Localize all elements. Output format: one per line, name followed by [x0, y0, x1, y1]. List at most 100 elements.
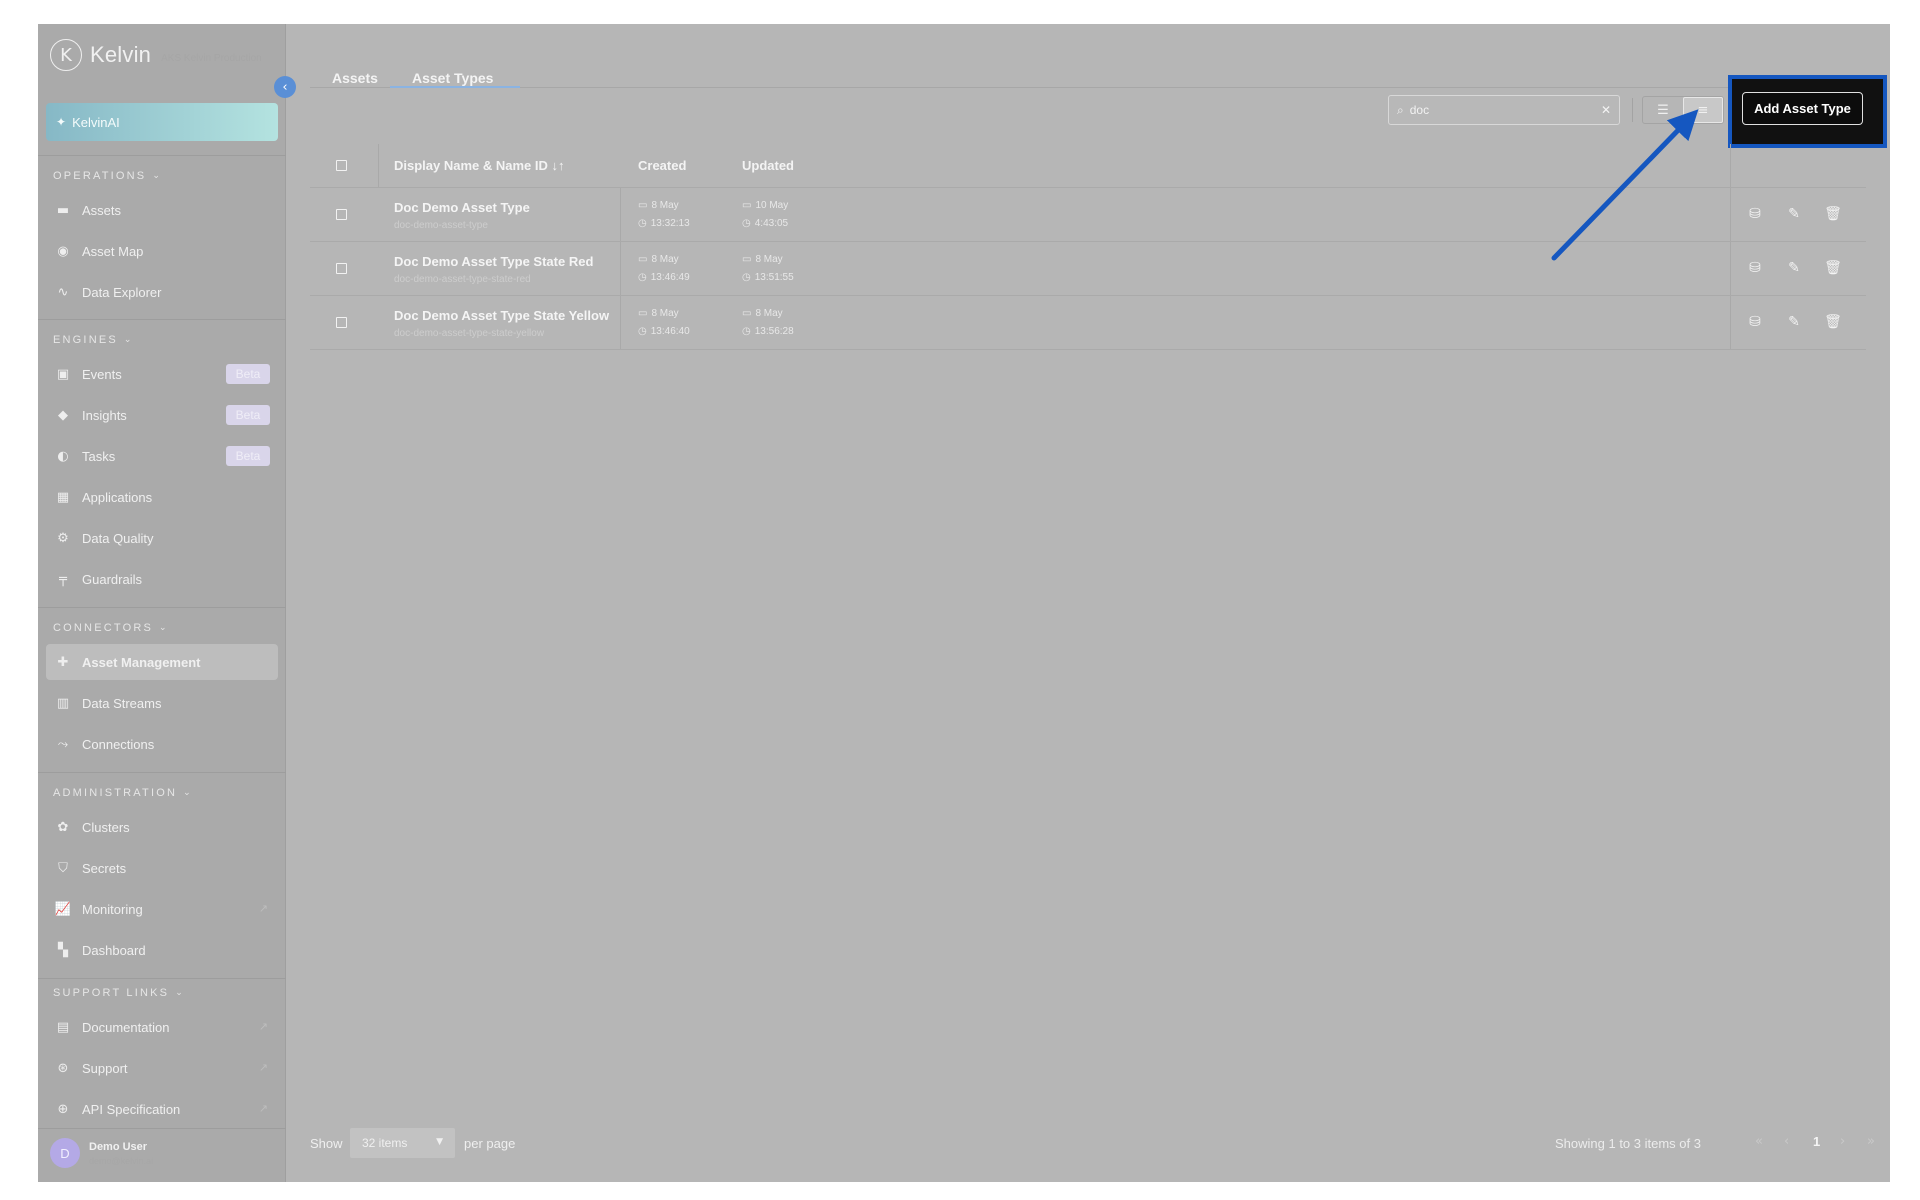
- table-row[interactable]: Doc Demo Asset Type State Red doc-demo-a…: [310, 242, 1866, 296]
- database-icon[interactable]: ⛁: [1746, 205, 1764, 223]
- sidebar-item-label: Dashboard: [82, 942, 146, 958]
- chevron-down-icon: ⌄: [159, 623, 167, 633]
- sidebar-item-documentation[interactable]: ▤ Documentation ↗: [46, 1009, 278, 1045]
- brand-name: Kelvin: [90, 42, 152, 67]
- per-page-value: 32 items: [362, 1136, 408, 1150]
- section-support-links[interactable]: SUPPORT LINKS ⌄: [53, 987, 183, 999]
- calendar-icon: ▭: [742, 308, 752, 319]
- sidebar-item-dashboard[interactable]: ▚ Dashboard: [46, 932, 278, 968]
- globe-icon: ◉: [57, 243, 69, 259]
- nav-divider: [38, 607, 286, 608]
- per-page-select[interactable]: 32 items ▼: [350, 1128, 455, 1158]
- sidebar-item-secrets[interactable]: ⛉ Secrets: [46, 850, 278, 886]
- clear-search-icon[interactable]: ✕: [1601, 103, 1611, 117]
- user-profile[interactable]: D Demo User demo@kelvin.ai: [50, 1138, 153, 1168]
- sidebar-item-support[interactable]: ⊛ Support ↗: [46, 1050, 278, 1086]
- sidebar-item-label: Assets: [82, 202, 122, 218]
- sidebar-item-events[interactable]: ▣ Events Beta: [46, 356, 278, 392]
- comfortable-view-icon[interactable]: ≡: [1683, 97, 1723, 123]
- section-connectors[interactable]: CONNECTORS ⌄: [53, 622, 167, 634]
- updated-date: ▭ 8 May: [742, 308, 783, 319]
- first-page-icon[interactable]: «: [1755, 1134, 1763, 1149]
- sidebar-item-label: Connections: [82, 736, 155, 752]
- clock-icon: ◷: [742, 218, 751, 229]
- created-date: ▭ 8 May: [638, 308, 679, 319]
- sidebar-item-connections[interactable]: ⤳ Connections: [46, 726, 278, 762]
- search-input[interactable]: [1409, 103, 1601, 117]
- sidebar-item-label: Clusters: [82, 819, 130, 835]
- avatar: D: [50, 1138, 80, 1168]
- sidebar-item-label: Secrets: [82, 860, 127, 876]
- delete-icon[interactable]: 🗑: [1824, 259, 1842, 277]
- asset-types-table: Display Name & Name ID ↓↑ Created Update…: [310, 144, 1866, 350]
- select-all-checkbox[interactable]: [336, 160, 347, 171]
- sidebar-item-data-streams[interactable]: ▥ Data Streams: [46, 685, 278, 721]
- row-checkbox[interactable]: [336, 317, 347, 328]
- document-icon: ▤: [56, 1019, 70, 1035]
- collapse-sidebar-button[interactable]: ‹: [274, 76, 296, 98]
- nav-divider: [38, 978, 286, 979]
- tab-asset-types[interactable]: Asset Types: [390, 46, 520, 88]
- last-page-icon[interactable]: »: [1867, 1134, 1875, 1149]
- edit-icon[interactable]: ✎: [1785, 313, 1803, 331]
- header-name[interactable]: Display Name & Name ID ↓↑: [394, 158, 565, 173]
- calendar-icon: ▭: [742, 254, 752, 265]
- database-icon[interactable]: ⛁: [1746, 259, 1764, 277]
- sidebar-item-data-quality[interactable]: ⚙ Data Quality: [46, 520, 278, 556]
- events-icon: ▣: [56, 366, 70, 382]
- edit-icon[interactable]: ✎: [1785, 259, 1803, 277]
- asset-type-name: Doc Demo Asset Type State Yellow: [394, 308, 610, 323]
- sidebar-item-data-explorer[interactable]: ∿ Data Explorer: [46, 274, 278, 310]
- brand-subtitle: AKS Kelvin Production: [161, 52, 262, 64]
- sidebar-item-tasks[interactable]: ◐ Tasks Beta: [46, 438, 278, 474]
- table-header: Display Name & Name ID ↓↑ Created Update…: [310, 144, 1866, 188]
- compact-view-icon[interactable]: ☰: [1643, 97, 1683, 123]
- section-administration[interactable]: ADMINISTRATION ⌄: [53, 787, 191, 799]
- sidebar-item-assets[interactable]: ▬ Assets: [46, 192, 278, 228]
- table-row[interactable]: Doc Demo Asset Type State Yellow doc-dem…: [310, 296, 1866, 350]
- add-asset-type-button[interactable]: Add Asset Type: [1742, 92, 1863, 125]
- sidebar-item-monitoring[interactable]: 📈 Monitoring ↗: [46, 891, 278, 927]
- updated-time: ◷ 4:43:05: [742, 218, 788, 229]
- beta-badge: Beta: [226, 405, 270, 425]
- sidebar-item-applications[interactable]: ▦ Applications: [46, 479, 278, 515]
- calendar-icon: ▭: [638, 254, 648, 265]
- prev-page-icon[interactable]: ‹: [1784, 1134, 1789, 1149]
- section-operations[interactable]: OPERATIONS ⌄: [53, 170, 160, 182]
- delete-icon[interactable]: 🗑: [1824, 313, 1842, 331]
- section-engines[interactable]: ENGINES ⌄: [53, 334, 131, 346]
- current-page[interactable]: 1: [1813, 1134, 1820, 1149]
- sidebar-item-asset-map[interactable]: ◉ Asset Map: [46, 233, 278, 269]
- sidebar-item-label: Guardrails: [82, 571, 142, 587]
- barrier-icon: ╤: [59, 571, 67, 587]
- header-updated[interactable]: Updated: [742, 158, 794, 173]
- row-checkbox[interactable]: [336, 209, 347, 220]
- created-date: ▭ 8 May: [638, 200, 679, 211]
- search-box[interactable]: ⌕ ✕: [1388, 95, 1620, 125]
- chevron-down-icon: ⌄: [175, 988, 183, 998]
- updated-date-text: 8 May: [755, 308, 783, 319]
- edit-icon[interactable]: ✎: [1785, 205, 1803, 223]
- next-page-icon[interactable]: ›: [1840, 1134, 1845, 1149]
- created-date-text: 8 May: [651, 254, 679, 265]
- sidebar-item-guardrails[interactable]: ╤ Guardrails: [46, 561, 278, 597]
- asset-type-id: doc-demo-asset-type-state-red: [394, 274, 531, 285]
- sidebar-item-clusters[interactable]: ✿ Clusters: [46, 809, 278, 845]
- tab-assets[interactable]: Assets: [332, 46, 386, 88]
- table-row[interactable]: Doc Demo Asset Type doc-demo-asset-type …: [310, 188, 1866, 242]
- header-created[interactable]: Created: [638, 158, 686, 173]
- brand[interactable]: K Kelvin AKS Kelvin Production: [50, 38, 262, 72]
- column-divider: [620, 188, 621, 241]
- sidebar-item-insights[interactable]: ◆ Insights Beta: [46, 397, 278, 433]
- main-content: Assets Asset Types ⌕ ✕ ☰ ≡ Add Asset Typ…: [286, 24, 1890, 1182]
- kelvinai-button[interactable]: ✦ KelvinAI: [46, 103, 278, 141]
- shield-icon: ⛉: [58, 860, 68, 876]
- sidebar-item-api-specification[interactable]: ⊕ API Specification ↗: [46, 1091, 278, 1127]
- delete-icon[interactable]: 🗑: [1824, 205, 1842, 223]
- row-checkbox[interactable]: [336, 263, 347, 274]
- caret-down-icon: ▼: [436, 1137, 443, 1147]
- pulse-icon: ∿: [57, 284, 69, 300]
- sidebar-item-asset-management[interactable]: ✚ Asset Management: [46, 644, 278, 680]
- database-icon[interactable]: ⛁: [1746, 313, 1764, 331]
- created-time-text: 13:32:13: [650, 218, 690, 229]
